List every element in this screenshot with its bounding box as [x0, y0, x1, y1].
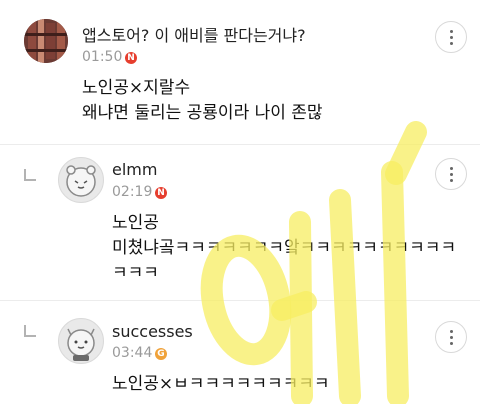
comment-text-line: 노인공	[112, 213, 159, 233]
comment-author[interactable]: elmm	[112, 160, 157, 179]
comment-time: 02:19	[112, 184, 153, 200]
more-options-icon	[449, 28, 453, 46]
more-options-button[interactable]	[435, 158, 467, 190]
comment-text-line: 왜냐면 둘리는 공룡이라 나이 존많	[82, 103, 323, 123]
avatar[interactable]	[58, 157, 104, 203]
comment-text-line: ㅋㅋㅋ	[112, 263, 159, 283]
comment-text-line: 미쳤냐곸ㅋㅋㅋㅋㅋㅋㅋ앜ㅋㅋㅋㅋㅋㅋㅋㅋㅋㅋ	[112, 238, 457, 258]
grade-badge: G	[155, 348, 167, 360]
comment-time: 03:44	[112, 345, 153, 361]
reply-indent-icon	[24, 169, 36, 181]
more-options-icon	[449, 165, 453, 183]
avatar[interactable]	[58, 318, 104, 364]
comment-text-line: 노인공×ㅂㅋㅋㅋㅋㅋㅋㅋㅋㅋ	[112, 374, 330, 394]
comment-text-line: 노인공×지랄수	[82, 78, 191, 98]
avatar[interactable]	[24, 19, 68, 63]
more-options-button[interactable]	[435, 321, 467, 353]
comment-item: 앱스토어? 이 애비를 판다는거냐? 01:50 N 노인공×지랄수 왜냐면 둘…	[0, 0, 480, 144]
more-options-icon	[449, 328, 453, 346]
reply-comment-item: successes 03:44 G 노인공×ㅂㅋㅋㅋㅋㅋㅋㅋㅋㅋ	[0, 301, 480, 404]
reply-comment-item: elmm 02:19 N 노인공 미쳤냐곸ㅋㅋㅋㅋㅋㅋㅋ앜ㅋㅋㅋㅋㅋㅋㅋㅋㅋㅋ …	[0, 145, 480, 300]
comment-author[interactable]: successes	[112, 322, 193, 341]
more-options-button[interactable]	[435, 21, 467, 53]
comment-time: 01:50	[82, 49, 123, 65]
new-badge: N	[155, 187, 167, 199]
reply-indent-icon	[24, 325, 36, 337]
comment-author[interactable]: 앱스토어? 이 애비를 판다는거냐?	[82, 22, 306, 46]
new-badge: N	[125, 52, 137, 64]
